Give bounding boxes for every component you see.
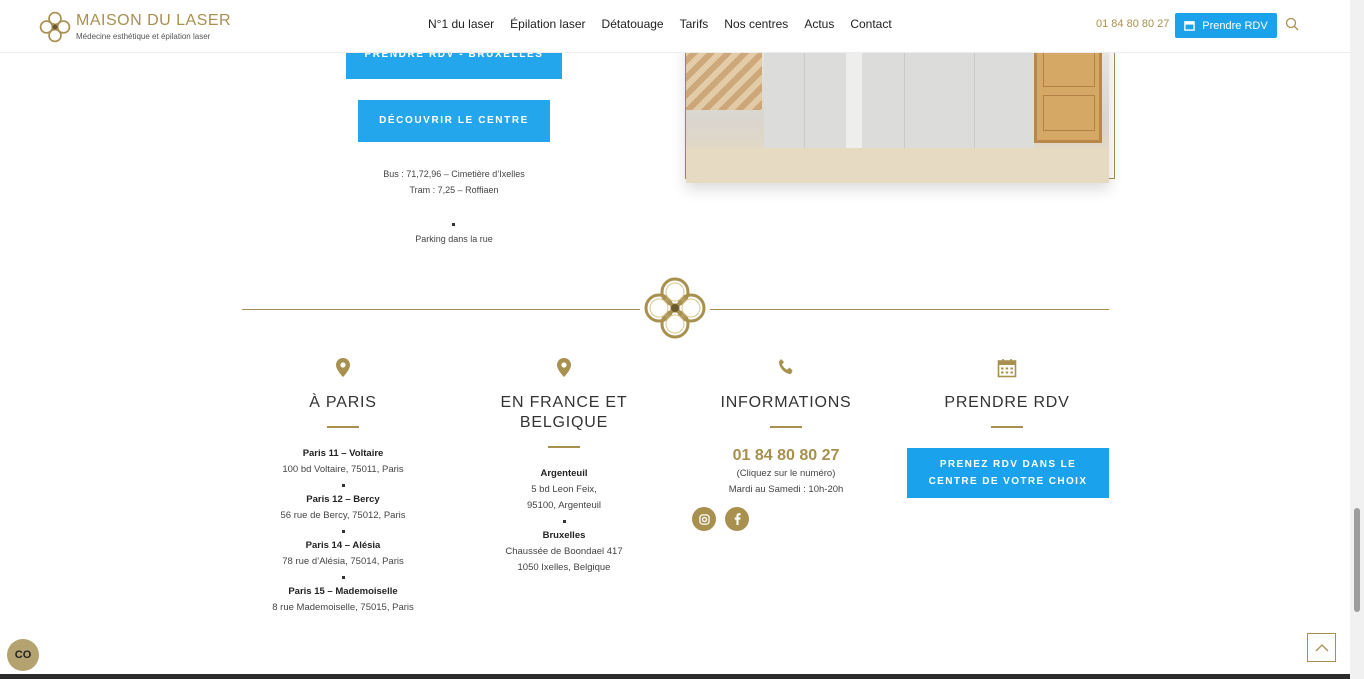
france-centre-address: Chaussée de Boondael 417 [505,546,623,557]
france-centre-address: 1050 Ixelles, Belgique [517,562,611,573]
informations-title: INFORMATIONS [720,394,852,411]
phone-icon [779,359,793,374]
rdv-title: PRENDRE RDV [944,394,1070,411]
centre-photo [686,40,1109,183]
bottom-edge [0,674,1350,679]
calendar-icon [1184,21,1196,31]
brand-emblem-icon [640,273,710,343]
main-nav: N°1 du laser Épilation laser Détatouage … [428,17,908,31]
nav-item-laser[interactable]: N°1 du laser [428,17,494,31]
footer-col-informations: INFORMATIONS 01 84 80 80 27 (Cliquez sur… [676,358,896,498]
paris-centre-name: Paris 12 – Bercy [306,494,380,505]
rdv-choice-button[interactable]: PRENEZ RDV DANS LE CENTRE DE VOTRE CHOIX [907,448,1109,498]
parking-info: Parking dans la rue [415,234,493,244]
map-pin-icon [557,358,571,377]
bus-info: Bus : 71,72,96 – Cimetière d’Ixelles [383,169,525,179]
discover-centre-button[interactable]: DÉCOUVRIR LE CENTRE [358,100,550,142]
transport-info: Bus : 71,72,96 – Cimetière d’Ixelles Tra… [334,166,574,198]
nav-item-contact[interactable]: Contact [850,17,891,31]
opening-hours: Mardi au Samedi : 10h-20h [728,484,844,495]
header-rdv-label: Prendre RDV [1202,19,1268,32]
title-rule [770,426,802,428]
bullet-separator [341,576,345,579]
paris-centre-address: 78 rue d’Alésia, 75014, Paris [282,556,404,567]
scrollbar-thumb[interactable] [1354,508,1360,612]
footer-col-paris: À PARIS Paris 11 – Voltaire 100 bd Volta… [233,358,453,616]
facebook-icon[interactable] [725,507,749,531]
back-to-top-button[interactable] [1307,633,1336,662]
logo-emblem-icon [39,11,71,43]
page-scrollbar[interactable] [1350,0,1364,679]
nav-item-actus[interactable]: Actus [804,17,834,31]
nav-item-centres[interactable]: Nos centres [724,17,788,31]
search-icon[interactable] [1285,17,1299,31]
paris-centre-name: Paris 11 – Voltaire [302,448,384,459]
title-rule [327,426,359,428]
bullet-separator [452,223,455,226]
nav-item-detatouage[interactable]: Détatouage [602,17,664,31]
brand-title: MAISON DU LASER [76,12,232,29]
paris-centre-address: 56 rue de Bercy, 75012, Paris [280,510,406,521]
title-rule [548,446,580,448]
site-logo[interactable]: MAISON DU LASER Médecine esthétique et é… [38,10,231,44]
chevron-up-icon [1315,643,1328,651]
title-rule [991,426,1023,428]
france-centre-name: Bruxelles [542,530,586,541]
bullet-separator [341,530,345,533]
paris-title: À PARIS [309,394,377,411]
bullet-separator [562,520,566,523]
header-phone-link[interactable]: 01 84 80 80 27 [1096,18,1169,30]
paris-centre-name: Paris 14 – Alésia [305,540,381,551]
bullet-separator [341,484,345,487]
footer-col-rdv: PRENDRE RDV PRENEZ RDV DANS LE CENTRE DE… [897,358,1117,498]
france-centre-name: Argenteuil [540,468,588,479]
calendar-icon [997,359,1017,378]
france-centre-address: 5 bd Leon Feix, [531,484,597,495]
brand-subtitle: Médecine esthétique et épilation laser [76,32,211,41]
instagram-icon[interactable] [692,507,716,531]
map-pin-icon [336,358,350,377]
social-links [692,507,758,531]
paris-centre-address: 100 bd Voltaire, 75011, Paris [282,464,404,475]
site-header: MAISON DU LASER Médecine esthétique et é… [0,0,1350,53]
nav-item-epilation[interactable]: Épilation laser [510,17,585,31]
france-centre-address: 95100, Argenteuil [527,500,601,511]
cookie-consent-button[interactable]: CO [7,639,39,671]
france-title: EN FRANCE ET BELGIQUE [500,394,628,431]
paris-centre-address: 8 rue Mademoiselle, 75015, Paris [272,602,414,613]
header-rdv-button[interactable]: Prendre RDV [1175,13,1277,38]
tram-info: Tram : 7,25 – Roffiaen [409,185,499,195]
footer-col-france-belgique: EN FRANCE ET BELGIQUE Argenteuil 5 bd Le… [454,358,674,576]
click-note: (Cliquez sur le numéro) [736,468,836,479]
nav-item-tarifs[interactable]: Tarifs [680,17,709,31]
footer-phone-link[interactable]: 01 84 80 80 27 [676,446,896,466]
paris-centre-name: Paris 15 – Mademoiselle [288,586,398,597]
